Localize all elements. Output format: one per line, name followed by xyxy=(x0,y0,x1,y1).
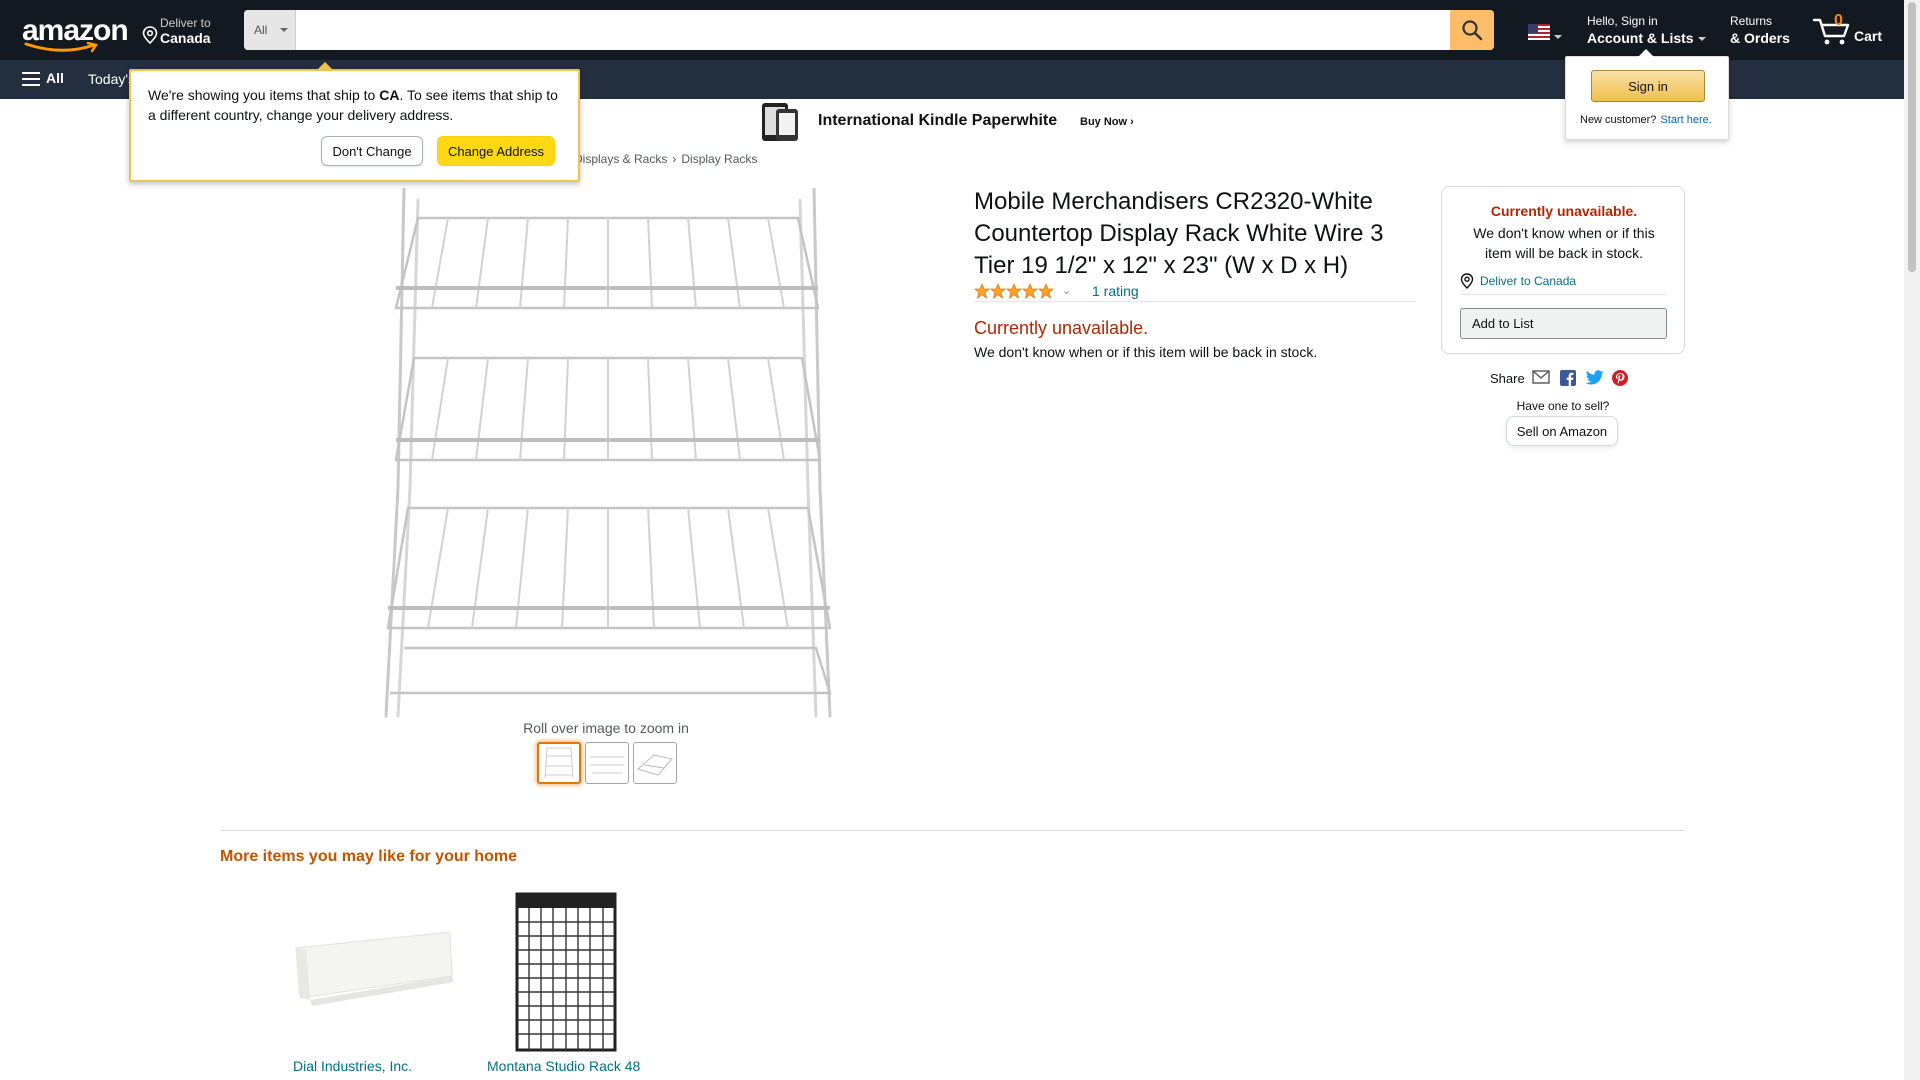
account-lists-menu[interactable]: Hello, Sign in Account & Lists xyxy=(1587,14,1706,48)
returns-orders-link[interactable]: Returns & Orders xyxy=(1730,14,1790,46)
page-scrollbar[interactable] xyxy=(1904,0,1920,1080)
account-label: Account & Lists xyxy=(1587,30,1706,46)
breadcrumb: Displays & Racks › Display Racks xyxy=(574,152,757,166)
location-pin-icon xyxy=(142,26,158,44)
start-here-link[interactable]: Start here. xyxy=(1660,114,1711,126)
popover-caret xyxy=(317,62,333,70)
sell-on-amazon-button[interactable]: Sell on Amazon xyxy=(1506,416,1618,446)
new-customer-text: New customer? Start here. xyxy=(1580,114,1712,126)
add-to-list-button[interactable]: Add to List xyxy=(1460,308,1667,339)
availability-note: We don't know when or if this item will … xyxy=(974,344,1318,360)
recommendation-image xyxy=(295,931,454,1006)
zoom-hint-text: Roll over image to zoom in xyxy=(523,720,689,736)
scrollbar-thumb[interactable] xyxy=(1908,2,1916,272)
cart-label: Cart xyxy=(1854,28,1883,44)
location-pin-icon xyxy=(1460,273,1474,289)
sign-in-button[interactable]: Sign in xyxy=(1591,70,1705,102)
ship-to-message: We're showing you items that ship to CA.… xyxy=(148,87,558,123)
dont-change-button[interactable]: Don't Change xyxy=(321,136,423,166)
pinterest-icon[interactable] xyxy=(1612,370,1628,386)
top-nav-bar: amazon Deliver to Canada All Hello, Sign… xyxy=(0,0,1904,60)
buybox-availability-note: We don't know when or if this item will … xyxy=(1473,225,1655,261)
flyout-caret xyxy=(1638,49,1654,57)
ratings-link[interactable]: 1 rating xyxy=(1092,283,1139,299)
kindle-banner[interactable]: International Kindle Paperwhite Buy Now … xyxy=(760,101,1140,143)
search-category-label: All xyxy=(254,23,268,37)
buybox-availability-status: Currently unavailable. xyxy=(1490,203,1638,219)
recommendation-title[interactable]: Dial Industries, Inc. xyxy=(293,1058,412,1074)
ship-country-code: CA xyxy=(379,87,400,103)
language-selector[interactable] xyxy=(1528,24,1562,42)
amazon-logo[interactable]: amazon xyxy=(18,10,129,53)
signin-flyout: Sign in New customer? Start here. xyxy=(1565,49,1729,140)
todays-deals-link[interactable]: Today's xyxy=(88,71,135,87)
banner-title: International Kindle Paperwhite xyxy=(818,112,1058,129)
account-greeting: Hello, Sign in xyxy=(1587,14,1658,28)
facebook-icon[interactable] xyxy=(1560,370,1576,386)
buy-box: Currently unavailable. We don't know whe… xyxy=(1441,186,1685,354)
hamburger-menu-icon xyxy=(22,72,40,87)
ship-to-country-popover: We're showing you items that ship to CA.… xyxy=(129,62,580,182)
section-divider xyxy=(220,830,1685,831)
availability-status: Currently unavailable. xyxy=(974,318,1149,338)
email-icon[interactable] xyxy=(1532,370,1550,384)
returns-label: Returns xyxy=(1730,14,1773,28)
product-title: Mobile Merchandisers CR2320-White Counte… xyxy=(974,188,1384,279)
logo-smile-icon xyxy=(24,42,99,53)
search-button[interactable] xyxy=(1450,10,1494,50)
search-icon xyxy=(1462,20,1483,41)
product-thumbnail[interactable] xyxy=(585,742,629,784)
twitter-icon[interactable] xyxy=(1586,370,1604,385)
recommendation-image xyxy=(515,892,617,1052)
breadcrumb-separator: › xyxy=(672,152,677,166)
product-main-image[interactable] xyxy=(368,188,848,718)
caret-down-icon xyxy=(1697,37,1706,42)
banner-buy-now[interactable]: Buy Now › xyxy=(1080,116,1134,128)
caret-down-icon xyxy=(1554,35,1562,39)
buybox-deliver-to[interactable]: Deliver to Canada xyxy=(1460,271,1666,295)
kindle-device-icon xyxy=(762,103,798,141)
have-one-to-sell-text: Have one to sell? xyxy=(1516,399,1610,413)
page: amazon Deliver to Canada All Hello, Sign… xyxy=(0,0,1920,1080)
star-rating-icon[interactable] xyxy=(974,283,1056,299)
product-thumbnail[interactable] xyxy=(537,742,581,784)
breadcrumb-item[interactable]: Display Racks xyxy=(681,152,757,166)
buybox-deliver-link[interactable]: Deliver to Canada xyxy=(1480,274,1576,288)
us-flag-icon xyxy=(1528,24,1550,40)
all-menu-button[interactable]: All xyxy=(22,70,64,90)
cart-icon xyxy=(1812,18,1850,45)
change-address-button[interactable]: Change Address xyxy=(437,136,555,166)
chevron-down-icon[interactable]: ⌄ xyxy=(1062,284,1071,297)
share-label: Share xyxy=(1490,371,1525,386)
rack-thumbnail-image xyxy=(636,754,673,776)
cart-count: 0 xyxy=(1834,12,1843,29)
product-thumbnail[interactable] xyxy=(633,742,677,784)
recommendation-title[interactable]: Montana Studio Rack 48 xyxy=(487,1058,640,1074)
cart-link[interactable]: 0 Cart xyxy=(1812,12,1888,48)
search-input[interactable] xyxy=(296,10,1450,50)
breadcrumb-item[interactable]: Displays & Racks xyxy=(574,152,667,166)
search-category-dropdown[interactable]: All xyxy=(244,10,296,50)
search-bar: All xyxy=(244,10,1494,50)
rating-row: ⌄ 1 rating xyxy=(974,282,1416,302)
deliver-country: Canada xyxy=(160,30,211,46)
deliver-label: Deliver to xyxy=(160,16,211,30)
recommendations-heading: More items you may like for your home xyxy=(220,848,517,865)
rack-thumbnail-image xyxy=(544,747,574,779)
caret-down-icon xyxy=(280,28,288,32)
rack-thumbnail-image xyxy=(590,756,624,774)
all-menu-label: All xyxy=(46,70,64,86)
orders-label: & Orders xyxy=(1730,30,1790,46)
